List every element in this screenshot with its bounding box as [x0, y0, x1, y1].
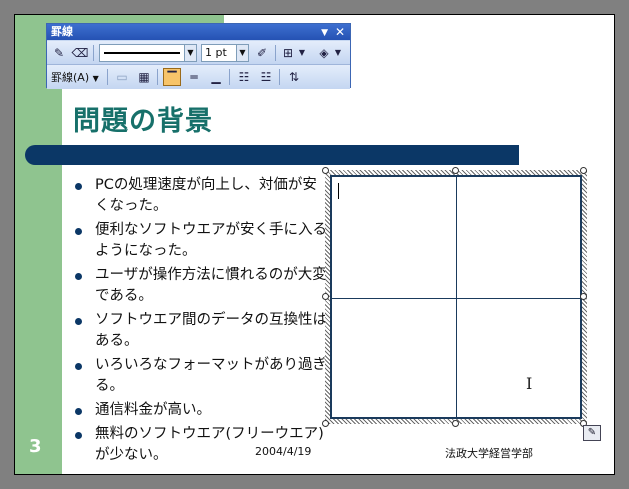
bullet-item: ユーザが操作方法に慣れるのが大変である。 [67, 265, 327, 307]
bullet-item: いろいろなフォーマットがあり過ぎる。 [67, 355, 327, 397]
chevron-down-icon[interactable]: ▼ [333, 44, 343, 62]
bullet-item: 通信料金が高い。 [67, 400, 327, 421]
resize-handle-top[interactable] [452, 167, 459, 174]
toolbar-separator [279, 69, 280, 85]
toolbar-row-2: 罫線(A) ▼ ▭ ▦ ▔ ═ ▁ ☷ ☳ ⇅ [47, 65, 350, 89]
text-direction-icon[interactable]: ⇅ [285, 68, 303, 86]
table[interactable] [330, 175, 582, 419]
toolbar-separator [275, 45, 276, 61]
table-row-divider[interactable] [332, 298, 580, 299]
toolbar-titlebar[interactable]: 罫線 ▼ ✕ [47, 24, 350, 40]
table-selection-frame[interactable] [325, 170, 587, 424]
border-width-dropdown[interactable]: 1 pt ▼ [201, 44, 249, 62]
bullet-item: 便利なソフトウエアが安く手に入るようになった。 [67, 220, 327, 262]
line-style-sample [104, 52, 180, 54]
toolbar-close-icon[interactable]: ✕ [335, 24, 345, 40]
ibeam-cursor-icon: I [526, 374, 533, 393]
outside-border-icon[interactable]: ⊞ [279, 44, 297, 62]
distribute-columns-icon[interactable]: ☳ [257, 68, 275, 86]
text-caret [338, 183, 339, 199]
table-column-divider[interactable] [456, 177, 457, 417]
toolbar-title: 罫線 [51, 25, 73, 38]
footer-organization: 法政大学経営学部 [445, 447, 533, 460]
border-style-dropdown[interactable]: ▼ [99, 44, 197, 62]
pen-color-icon[interactable]: ✐ [253, 44, 271, 62]
chevron-down-icon[interactable]: ▼ [236, 45, 248, 61]
toolbar-row-1: ✎ ⌫ ▼ 1 pt ▼ ✐ ⊞ ▼ ◈ ▼ [47, 41, 350, 65]
merge-cells-icon[interactable]: ▭ [113, 68, 131, 86]
chevron-down-icon: ▼ [92, 74, 99, 83]
autofit-options-icon[interactable]: ✎ [583, 425, 601, 441]
table-menu-label: 罫線(A) [51, 71, 90, 84]
border-width-value: 1 pt [205, 46, 227, 59]
eraser-icon[interactable]: ⌫ [71, 44, 89, 62]
resize-handle-right[interactable] [580, 293, 587, 300]
resize-handle-bottom-left[interactable] [322, 420, 329, 427]
toolbar-separator [229, 69, 230, 85]
draw-table-icon[interactable]: ✎ [50, 44, 68, 62]
align-top-icon[interactable]: ▔ [163, 68, 181, 86]
toolbar-separator [107, 69, 108, 85]
split-cells-icon[interactable]: ▦ [135, 68, 153, 86]
toolbar-options-icon[interactable]: ▼ [321, 25, 328, 41]
slide-number: 3 [29, 436, 42, 457]
bullet-list[interactable]: PCの処理速度が向上し、対価が安くなった。 便利なソフトウエアが安く手に入るよう… [67, 175, 327, 469]
align-center-icon[interactable]: ═ [185, 68, 203, 86]
table-menu-button[interactable]: 罫線(A) ▼ [51, 69, 99, 85]
bullet-item: ソフトウエア間のデータの互換性はある。 [67, 310, 327, 352]
fill-color-icon[interactable]: ◈ [315, 44, 333, 62]
align-bottom-icon[interactable]: ▁ [207, 68, 225, 86]
title-underline-bar [25, 145, 519, 165]
powerpoint-editor-canvas: 3 問題の背景 PCの処理速度が向上し、対価が安くなった。 便利なソフトウエアが… [0, 0, 629, 489]
tables-borders-toolbar[interactable]: 罫線 ▼ ✕ ✎ ⌫ ▼ 1 pt ▼ ✐ ⊞ ▼ ◈ ▼ 罫線(A) ▼ ▭ … [46, 23, 351, 89]
footer-date: 2004/4/19 [255, 445, 312, 458]
toolbar-separator [93, 45, 94, 61]
resize-handle-left[interactable] [322, 293, 329, 300]
resize-handle-bottom[interactable] [452, 420, 459, 427]
resize-handle-top-right[interactable] [580, 167, 587, 174]
resize-handle-top-left[interactable] [322, 167, 329, 174]
slide-title[interactable]: 問題の背景 [73, 99, 213, 138]
chevron-down-icon[interactable]: ▼ [297, 44, 307, 62]
distribute-rows-icon[interactable]: ☷ [235, 68, 253, 86]
bullet-item: PCの処理速度が向上し、対価が安くなった。 [67, 175, 327, 217]
chevron-down-icon[interactable]: ▼ [184, 45, 196, 61]
toolbar-separator [157, 69, 158, 85]
